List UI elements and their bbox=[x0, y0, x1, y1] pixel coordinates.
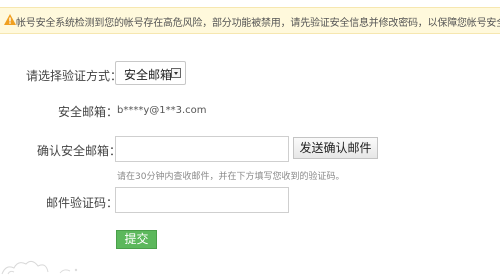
email-code-label: 邮件验证码： bbox=[46, 196, 119, 210]
method-label: 请选择验证方式： bbox=[26, 69, 123, 83]
warning-icon bbox=[4, 14, 16, 25]
confirm-email-field[interactable] bbox=[115, 136, 289, 162]
verification-method-value: 安全邮箱 bbox=[124, 68, 173, 82]
confirm-email-input[interactable] bbox=[116, 137, 288, 161]
dropdown-arrow-icon[interactable] bbox=[171, 68, 181, 78]
verification-hint: 请在30分钟内查收邮件，并在下方填写您收到的验证码。 bbox=[117, 172, 345, 182]
security-alert-banner: 帐号安全系统检测到您的帐号存在高危风险，部分功能被禁用，请先验证安全信息并修改密… bbox=[0, 7, 500, 34]
confirm-email-label: 确认安全邮箱： bbox=[37, 144, 122, 158]
security-email-label: 安全邮箱： bbox=[58, 105, 119, 119]
security-email-value: b****y@1**3.com bbox=[117, 105, 207, 116]
alert-message: 帐号安全系统检测到您的帐号存在高危风险，部分功能被禁用，请先验证安全信息并修改密… bbox=[16, 18, 500, 29]
email-code-input[interactable] bbox=[116, 188, 288, 212]
verification-method-select[interactable]: 安全邮箱 bbox=[115, 61, 186, 85]
cloud-doodle-icon bbox=[1, 260, 78, 275]
email-code-field[interactable] bbox=[115, 187, 289, 213]
send-confirmation-email-button[interactable]: 发送确认邮件 bbox=[293, 137, 378, 159]
submit-button[interactable]: 提交 bbox=[116, 230, 157, 249]
